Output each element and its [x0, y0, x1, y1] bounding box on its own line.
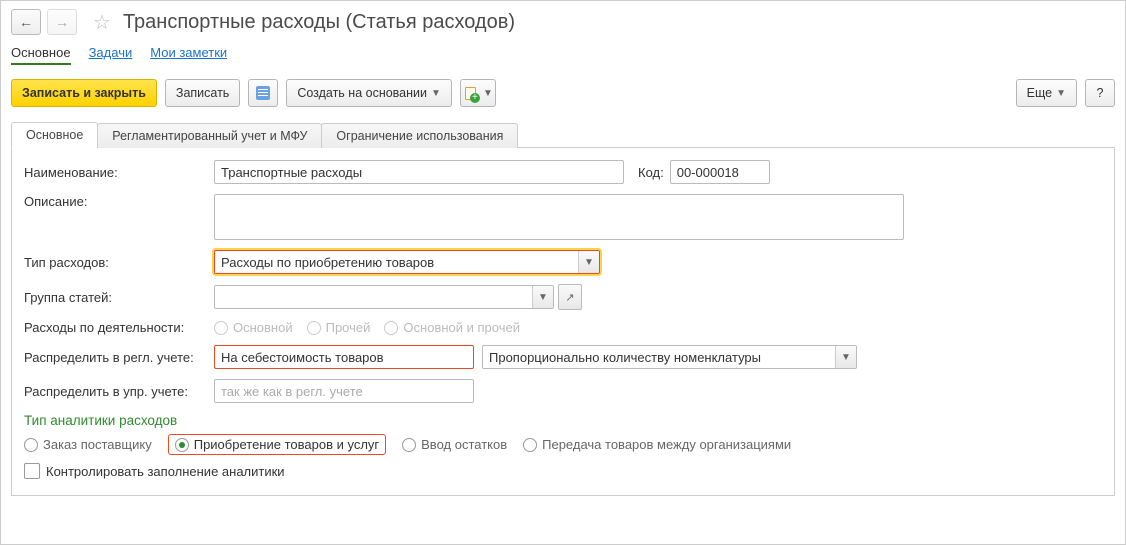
app-window: ← → ☆ Транспортные расходы (Статья расхо…	[0, 0, 1126, 545]
save-button[interactable]: Записать	[165, 79, 240, 107]
save-and-close-label: Записать и закрыть	[22, 86, 146, 100]
activity-radio-both[interactable]: Основной и прочей	[384, 320, 520, 335]
toolbar-right: Еще ▼ ?	[1016, 79, 1115, 107]
radio-icon	[307, 321, 321, 335]
subnav: Основное Задачи Мои заметки	[11, 45, 1115, 65]
control-fill-label: Контролировать заполнение аналитики	[46, 464, 285, 479]
analytics-options-row: Заказ поставщику Приобретение товаров и …	[24, 434, 1102, 455]
radio-icon	[24, 438, 38, 452]
help-icon: ?	[1097, 86, 1104, 100]
analytics-transfer-label: Передача товаров между организациями	[542, 437, 791, 452]
favorite-star-icon[interactable]: ☆	[93, 10, 111, 35]
radio-icon	[175, 438, 189, 452]
subnav-tasks[interactable]: Задачи	[89, 45, 133, 65]
expense-type-value: Расходы по приобретению товаров	[215, 255, 578, 270]
analytics-radio-purchase[interactable]: Приобретение товаров и услуг	[168, 434, 386, 455]
regl-method-value: Пропорционально количеству номенклатуры	[483, 350, 835, 365]
activity-other-label: Прочей	[326, 320, 371, 335]
toolbar: Записать и закрыть Записать Создать на о…	[11, 79, 1115, 107]
page-title: Транспортные расходы (Статья расходов)	[123, 11, 515, 34]
chevron-down-icon[interactable]: ▼	[578, 251, 599, 273]
chevron-down-icon: ▼	[483, 88, 493, 99]
radio-icon	[523, 438, 537, 452]
control-fill-row: Контролировать заполнение аналитики	[24, 463, 1102, 479]
description-label: Описание:	[24, 194, 214, 209]
nav-back-button[interactable]: ←	[11, 9, 41, 35]
control-fill-checkbox[interactable]	[24, 463, 40, 479]
tabs: Основное Регламентированный учет и МФУ О…	[11, 121, 1115, 148]
row-upr-distribution: Распределить в упр. учете: так же как в …	[24, 379, 1102, 403]
activity-options: Основной Прочей Основной и прочей	[214, 320, 520, 335]
radio-icon	[402, 438, 416, 452]
row-name: Наименование: Транспортные расходы Код: …	[24, 160, 1102, 184]
analytics-radio-transfer[interactable]: Передача товаров между организациями	[523, 437, 791, 452]
regl-dest-select[interactable]: На себестоимость товаров	[214, 345, 474, 369]
name-input[interactable]: Транспортные расходы	[214, 160, 624, 184]
nav-forward-button[interactable]: →	[47, 9, 77, 35]
subnav-main[interactable]: Основное	[11, 45, 71, 65]
chevron-down-icon[interactable]: ▼	[835, 346, 856, 368]
upr-dest-placeholder: так же как в регл. учете	[215, 384, 473, 399]
form-panel: Наименование: Транспортные расходы Код: …	[11, 148, 1115, 496]
upr-label: Распределить в упр. учете:	[24, 384, 214, 399]
save-label: Записать	[176, 86, 229, 100]
name-label: Наименование:	[24, 165, 214, 180]
create-based-label: Создать на основании	[297, 86, 427, 100]
activity-main-label: Основной	[233, 320, 293, 335]
attach-button[interactable]: ▼	[460, 79, 496, 107]
help-button[interactable]: ?	[1085, 79, 1115, 107]
save-and-close-button[interactable]: Записать и закрыть	[11, 79, 157, 107]
attach-add-icon	[463, 86, 477, 100]
row-description: Описание:	[24, 194, 1102, 240]
row-regl-distribution: Распределить в регл. учете: На себестоим…	[24, 345, 1102, 369]
arrow-right-icon: →	[55, 14, 69, 30]
analytics-balance-entry-label: Ввод остатков	[421, 437, 507, 452]
radio-icon	[384, 321, 398, 335]
regl-label: Распределить в регл. учете:	[24, 350, 214, 365]
activity-both-label: Основной и прочей	[403, 320, 520, 335]
analytics-purchase-label: Приобретение товаров и услуг	[194, 437, 379, 452]
article-group-select[interactable]: ▼	[214, 285, 554, 309]
chevron-down-icon[interactable]: ▼	[532, 286, 553, 308]
upr-dest-select[interactable]: так же как в регл. учете	[214, 379, 474, 403]
expense-type-select[interactable]: Расходы по приобретению товаров ▼	[214, 250, 600, 274]
row-activity: Расходы по деятельности: Основной Прочей…	[24, 320, 1102, 335]
analytics-radio-supplier-order[interactable]: Заказ поставщику	[24, 437, 152, 452]
description-input[interactable]	[214, 194, 904, 240]
row-expense-type: Тип расходов: Расходы по приобретению то…	[24, 250, 1102, 274]
radio-icon	[214, 321, 228, 335]
code-label: Код:	[638, 165, 664, 180]
more-button[interactable]: Еще ▼	[1016, 79, 1077, 107]
regl-method-select[interactable]: Пропорционально количеству номенклатуры …	[482, 345, 857, 369]
chevron-down-icon: ▼	[1056, 88, 1066, 99]
tab-main[interactable]: Основное	[11, 122, 98, 148]
row-article-group: Группа статей: ▼ ↗	[24, 284, 1102, 310]
more-label: Еще	[1027, 86, 1052, 100]
tab-reg-accounting[interactable]: Регламентированный учет и МФУ	[97, 123, 322, 148]
article-group-label: Группа статей:	[24, 290, 214, 305]
list-button[interactable]	[248, 79, 278, 107]
expense-type-label: Тип расходов:	[24, 255, 214, 270]
list-icon	[256, 86, 270, 100]
create-based-button[interactable]: Создать на основании ▼	[286, 79, 452, 107]
analytics-section-title: Тип аналитики расходов	[24, 413, 1102, 428]
analytics-radio-balance-entry[interactable]: Ввод остатков	[402, 437, 507, 452]
regl-dest-value: На себестоимость товаров	[215, 350, 473, 365]
open-external-icon[interactable]: ↗	[558, 284, 582, 310]
code-input[interactable]: 00-000018	[670, 160, 770, 184]
header-row: ← → ☆ Транспортные расходы (Статья расхо…	[11, 9, 1115, 35]
analytics-supplier-order-label: Заказ поставщику	[43, 437, 152, 452]
subnav-notes[interactable]: Мои заметки	[150, 45, 227, 65]
chevron-down-icon: ▼	[431, 88, 441, 99]
tab-usage-limit[interactable]: Ограничение использования	[321, 123, 518, 148]
arrow-left-icon: ←	[19, 14, 33, 30]
activity-radio-main[interactable]: Основной	[214, 320, 293, 335]
activity-label: Расходы по деятельности:	[24, 320, 214, 335]
activity-radio-other[interactable]: Прочей	[307, 320, 371, 335]
